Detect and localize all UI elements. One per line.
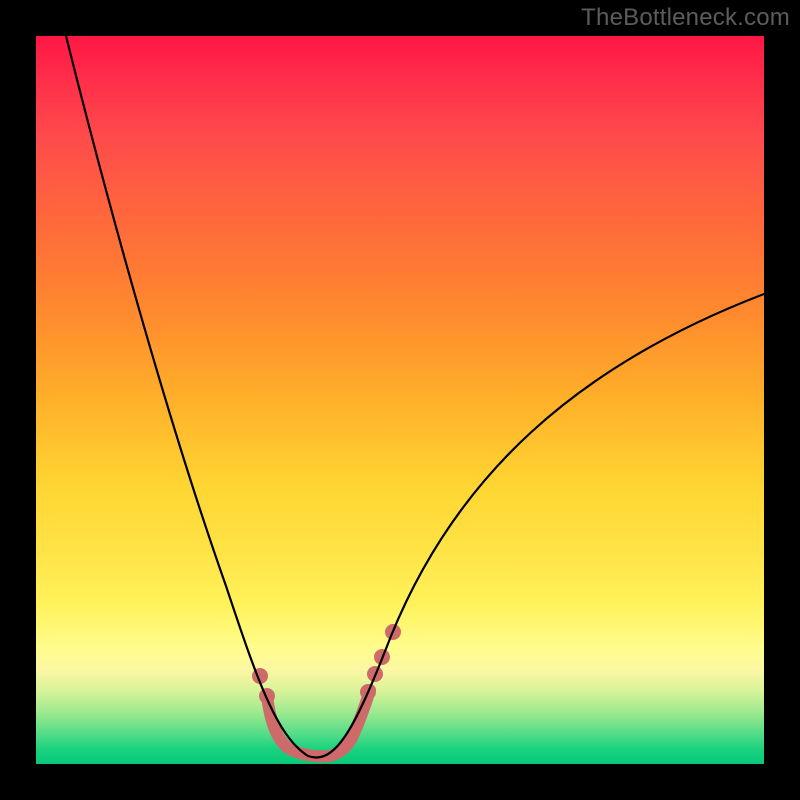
data-dot [259,688,275,704]
trough-overlay [267,690,370,756]
chart-stage: TheBottleneck.com [0,0,800,800]
curve-svg [36,36,764,764]
watermark-text: TheBottleneck.com [581,4,790,32]
bottleneck-curve [66,36,764,758]
plot-area [36,36,764,764]
